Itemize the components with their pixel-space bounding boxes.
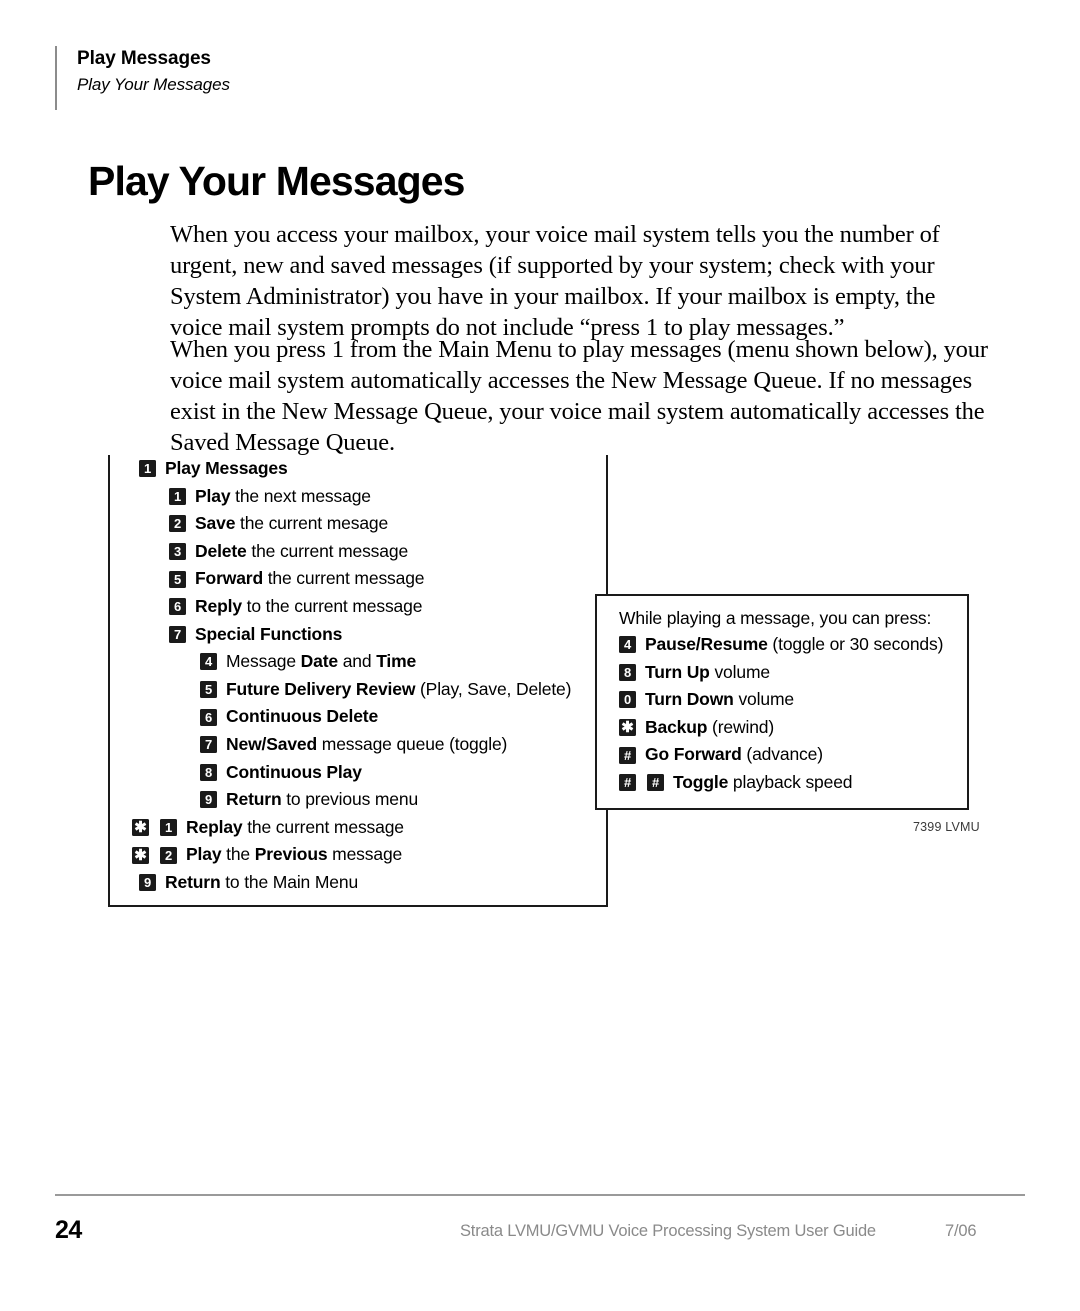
menu-row: 4 Pause/Resume (toggle or 30 seconds) xyxy=(597,631,967,659)
menu-row: ✱ 1 Replay the current message xyxy=(110,814,571,842)
play-messages-menu-box: 1 Play Messages 1 Play the next message 2 Sav… xyxy=(108,455,608,907)
menu-row-label: Save the current mesage xyxy=(195,513,389,534)
menu-row-label: Continuous Play xyxy=(226,761,362,782)
menu-row: 9 Return to previous menu xyxy=(110,786,571,814)
menu-row: # Go Forward (advance) xyxy=(597,741,967,769)
key-badge-pound: # xyxy=(647,774,664,792)
key-badge-pound: # xyxy=(619,746,636,764)
key-badge-2: 2 xyxy=(160,846,177,864)
menu-row: 4 Message Date and Time xyxy=(110,648,571,676)
menu-row-label: Play the Previous message xyxy=(186,844,403,865)
body-paragraph-2: When you press 1 from the Main Menu to p… xyxy=(170,335,988,457)
menu-row: # # Toggle playback speed xyxy=(597,769,967,797)
menu-row: ✱ 2 Play the Previous message xyxy=(110,841,571,869)
key-badge-2: 2 xyxy=(169,515,186,533)
menu-row-label: Play the next message xyxy=(195,485,371,506)
menu-row: 7 Special Functions xyxy=(110,621,571,649)
header-chapter-title: Play Messages xyxy=(77,48,211,69)
key-badge-4: 4 xyxy=(200,653,217,671)
figure-caption: 7399 LVMU xyxy=(913,820,980,834)
menu-row-label: Backup (rewind) xyxy=(645,716,775,737)
menu-row-label: Special Functions xyxy=(195,623,343,644)
menu-row: 3 Delete the current message xyxy=(110,538,571,566)
menu-row-label: Reply to the current message xyxy=(195,595,423,616)
menu-row: 6 Continuous Delete xyxy=(110,703,571,731)
menu-row-label: Delete the current message xyxy=(195,540,409,561)
menu-row-label: Future Delivery Review (Play, Save, Dele… xyxy=(226,678,572,699)
menu-row: 7 New/Saved message queue (toggle) xyxy=(110,731,571,759)
key-badge-8: 8 xyxy=(619,663,636,681)
menu-row: 6 Reply to the current message xyxy=(110,593,571,621)
menu-row: 1 Play the next message xyxy=(110,483,571,511)
play-messages-menu-list: 1 Play Messages 1 Play the next message 2 Sav… xyxy=(110,455,571,897)
playback-controls-box: While playing a message, you can press: … xyxy=(595,594,969,810)
menu-row-label: Forward the current message xyxy=(195,568,425,589)
menu-row-label: Replay the current message xyxy=(186,816,404,837)
footer-divider xyxy=(55,1194,1025,1196)
menu-row-label: New/Saved message queue (toggle) xyxy=(226,733,508,754)
menu-row-label: Go Forward (advance) xyxy=(645,744,823,765)
key-badge-3: 3 xyxy=(169,543,186,561)
menu-row: 1 Play Messages xyxy=(110,455,571,483)
key-badge-1: 1 xyxy=(139,460,156,478)
key-badge-1: 1 xyxy=(160,819,177,837)
menu-row-label: Turn Down volume xyxy=(645,689,794,710)
menu-row: 8 Turn Up volume xyxy=(597,659,967,687)
key-badge-star: ✱ xyxy=(132,846,149,864)
key-badge-pound: # xyxy=(619,774,636,792)
footer-date: 7/06 xyxy=(945,1222,977,1240)
key-badge-0: 0 xyxy=(619,691,636,709)
menu-row-label: Toggle playback speed xyxy=(673,771,853,792)
menu-row: 9 Return to the Main Menu xyxy=(110,869,571,897)
page-title: Play Your Messages xyxy=(88,158,465,205)
menu-row: 0 Turn Down volume xyxy=(597,686,967,714)
page-number: 24 xyxy=(55,1216,82,1244)
menu-row: 5 Future Delivery Review (Play, Save, Del… xyxy=(110,676,571,704)
menu-row-label: Play Messages xyxy=(165,458,288,478)
menu-row-label: Turn Up volume xyxy=(645,661,770,682)
menu-row-label: Continuous Delete xyxy=(226,706,379,727)
key-badge-6: 6 xyxy=(200,708,217,726)
key-badge-9: 9 xyxy=(139,874,156,892)
running-header: Play Messages Play Your Messages xyxy=(55,46,230,110)
menu-row-label: Pause/Resume (toggle or 30 seconds) xyxy=(645,634,944,654)
key-badge-5: 5 xyxy=(169,570,186,588)
key-badge-4: 4 xyxy=(619,636,636,654)
playback-controls-list: 4 Pause/Resume (toggle or 30 seconds) 8 Tur… xyxy=(597,631,967,797)
menu-row: ✱ Backup (rewind) xyxy=(597,714,967,742)
body-paragraph-1: When you access your mailbox, your voice… xyxy=(170,220,940,342)
key-badge-5: 5 xyxy=(200,681,217,699)
footer-guide-title: Strata LVMU/GVMU Voice Processing System… xyxy=(460,1222,876,1240)
menu-row-label: Return to the Main Menu xyxy=(165,871,359,892)
key-badge-8: 8 xyxy=(200,763,217,781)
key-badge-star: ✱ xyxy=(132,819,149,837)
menu-row: 5 Forward the current message xyxy=(110,565,571,593)
key-badge-6: 6 xyxy=(169,598,186,616)
key-badge-7: 7 xyxy=(200,736,217,754)
key-badge-1: 1 xyxy=(169,487,186,505)
key-badge-9: 9 xyxy=(200,791,217,809)
menu-row-label: Message Date and Time xyxy=(226,651,417,672)
menu-row-label: Return to previous menu xyxy=(226,789,419,810)
key-badge-7: 7 xyxy=(169,625,186,643)
menu-row: 2 Save the current mesage xyxy=(110,510,571,538)
playback-intro-text: While playing a message, you can press: xyxy=(619,608,932,628)
menu-row: 8 Continuous Play xyxy=(110,759,571,787)
key-badge-star: ✱ xyxy=(619,719,636,737)
header-section-title: Play Your Messages xyxy=(77,75,230,94)
